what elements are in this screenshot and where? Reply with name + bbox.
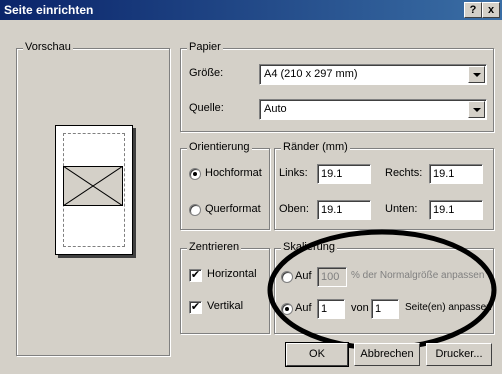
ok-button[interactable]: OK [285,342,349,367]
right-margin-label: Rechts: [385,167,423,179]
center-group: Zentrieren ✔ Horizontal ✔ Vertikal [180,241,270,334]
bottom-margin-input[interactable]: 19.1 [429,200,483,220]
title-bar: Seite einrichten ? x [0,0,502,20]
paper-size-select[interactable]: A4 (210 x 297 mm) [259,64,487,85]
horizontal-checkbox[interactable]: ✔ [189,269,202,282]
margins-label: Ränder (mm) [281,141,350,153]
paper-size-value: A4 (210 x 297 mm) [264,68,358,80]
help-button[interactable]: ? [464,2,482,18]
portrait-radio[interactable] [189,168,201,180]
left-margin-input[interactable]: 19.1 [317,164,371,184]
bottom-margin-label: Unten: [385,203,418,215]
top-margin-label: Oben: [279,203,309,215]
vertical-checkbox[interactable]: ✔ [189,301,202,314]
chevron-down-icon[interactable] [468,101,485,118]
margins-group: Ränder (mm) Links: 19.1 Rechts: 19.1 Obe… [274,141,494,230]
preview-label: Vorschau [23,41,73,53]
center-label: Zentrieren [187,241,242,253]
cancel-button[interactable]: Abbrechen [354,343,420,366]
chevron-down-icon[interactable] [468,66,485,83]
portrait-label[interactable]: Hochformat [205,167,262,179]
paper-source-select[interactable]: Auto [259,99,487,120]
landscape-radio[interactable] [189,204,201,216]
right-margin-input[interactable]: 19.1 [429,164,483,184]
page-preview [55,125,133,255]
close-button[interactable]: x [482,2,500,18]
top-margin-input[interactable]: 19.1 [317,200,371,220]
window-title: Seite einrichten [4,3,94,17]
left-margin-label: Links: [279,167,308,179]
landscape-label[interactable]: Querformat [205,203,261,215]
paper-source-value: Auto [264,103,287,115]
source-label: Quelle: [189,102,224,114]
paper-label: Papier [187,41,223,53]
orientation-group: Orientierung Hochformat Querformat [180,141,270,230]
content-placeholder-icon [63,166,123,206]
horizontal-label[interactable]: Horizontal [207,268,257,280]
preview-group: Vorschau [16,41,170,356]
vertical-label[interactable]: Vertikal [207,300,243,312]
annotation-ellipse [267,229,497,351]
size-label: Größe: [189,67,224,79]
printer-button[interactable]: Drucker... [426,343,492,366]
orientation-label: Orientierung [187,141,252,153]
paper-group: Papier Größe: A4 (210 x 297 mm) Quelle: … [180,41,494,132]
page-setup-dialog: Seite einrichten ? x Vorschau Papier Grö… [0,0,502,374]
